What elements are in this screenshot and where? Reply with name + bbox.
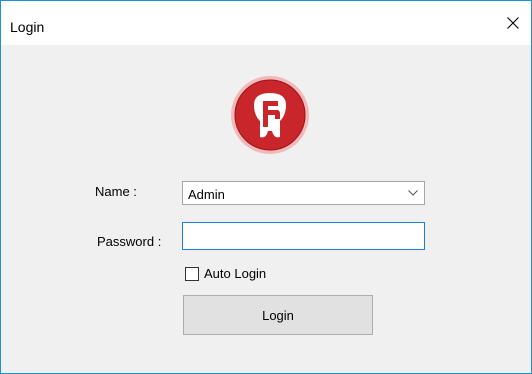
name-select[interactable]: Admin bbox=[182, 181, 425, 205]
close-icon bbox=[507, 17, 519, 29]
name-label: Name : bbox=[95, 184, 137, 199]
auto-login-checkbox[interactable] bbox=[185, 267, 199, 281]
login-window: Login Name : Admin Password : Auto Login… bbox=[0, 0, 532, 374]
close-button[interactable] bbox=[495, 7, 531, 39]
password-label: Password : bbox=[97, 234, 162, 249]
login-button[interactable]: Login bbox=[183, 295, 373, 335]
title-bar: Login bbox=[1, 1, 531, 45]
chevron-down-icon[interactable] bbox=[408, 190, 418, 196]
app-logo bbox=[231, 76, 309, 154]
window-title: Login bbox=[10, 19, 45, 35]
name-select-value: Admin bbox=[188, 187, 225, 202]
password-input[interactable] bbox=[182, 222, 425, 250]
auto-login-label[interactable]: Auto Login bbox=[204, 266, 266, 281]
